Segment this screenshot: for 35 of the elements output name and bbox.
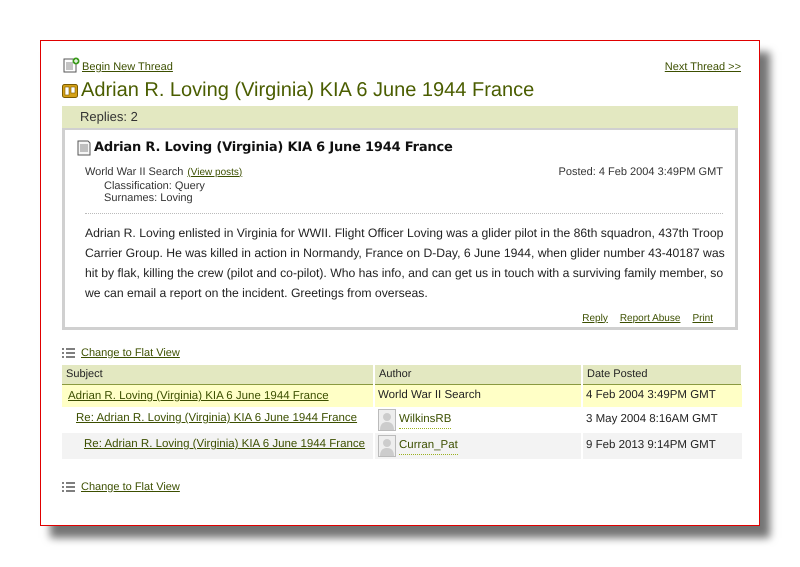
post-body: Adrian R. Loving enlisted in Virginia for WWII. Flight Officer Loving was a glider pilot in the 86th squadron, 437th Troop Carrier Group. He was killed in action in Normandy, France on D-Day, 6 June 1944, when glider number 43-40187 was hit by flak, killing the crew (pilot and co-pilot). Who has info, and can get us in touch with a surviving family member, so we can email a report on the incident. Greetings from overseas. xyxy=(85,224,725,302)
date-cell: 4 Feb 2004 3:49PM GMT xyxy=(582,384,742,407)
begin-new-thread-link[interactable]: Begin New Thread xyxy=(82,62,173,73)
post-author: World War II Search xyxy=(85,166,184,180)
date-cell: 3 May 2004 8:16AM GMT xyxy=(582,407,742,433)
author-link[interactable]: Curran_Pat xyxy=(399,436,458,456)
flat-view-link[interactable]: Change to Flat View xyxy=(81,345,180,362)
flat-view-link[interactable]: Change to Flat View xyxy=(81,479,180,496)
thread-subject-link[interactable]: Re: Adrian R. Loving (Virginia) KIA 6 June 1944 France xyxy=(84,436,369,452)
post-action-link[interactable]: Print xyxy=(692,310,713,326)
surnames-text: Surnames: Loving xyxy=(103,192,194,204)
classification-text: Classification: Query xyxy=(103,180,206,192)
view-posts-link[interactable]: (View posts) xyxy=(187,166,242,178)
thread-subject-link[interactable]: Adrian R. Loving (Virginia) KIA 6 June 1944 France xyxy=(68,388,369,404)
list-icon xyxy=(62,348,75,358)
thread-row[interactable]: Re: Adrian R. Loving (Virginia) KIA 6 June 1944 France WilkinsRB 3 May 2004 8:16AM GMT xyxy=(62,407,742,433)
avatar-icon xyxy=(378,409,396,431)
post-subject: Adrian R. Loving (Virginia) KIA 6 June 1944 France xyxy=(94,139,453,157)
thread-icon xyxy=(62,82,78,98)
post-action-link[interactable]: Report Abuse xyxy=(620,310,680,326)
thread-title: Adrian R. Loving (Virginia) KIA 6 June 1944 France xyxy=(81,78,534,103)
list-icon xyxy=(62,482,75,492)
next-thread-link[interactable]: Next Thread >> xyxy=(664,62,741,73)
avatar-icon xyxy=(378,435,396,457)
thread-row[interactable]: Adrian R. Loving (Virginia) KIA 6 June 1944 France World War II Search 4 Feb 2004 3:49PM GMT xyxy=(62,384,742,407)
thread-row[interactable]: Re: Adrian R. Loving (Virginia) KIA 6 June 1944 France Curran_Pat 9 Feb 2013 9:14PM GMT xyxy=(62,433,742,459)
document-icon xyxy=(76,140,92,156)
author-name: World War II Search xyxy=(378,389,481,402)
thread-subject-link[interactable]: Re: Adrian R. Loving (Virginia) KIA 6 June 1944 France xyxy=(76,410,369,426)
date-cell: 9 Feb 2013 9:14PM GMT xyxy=(582,433,742,459)
posted-date: Posted: 4 Feb 2004 3:49PM GMT xyxy=(558,166,723,180)
new-document-icon xyxy=(62,57,80,73)
post-action-link[interactable]: Reply xyxy=(582,310,608,326)
author-link[interactable]: WilkinsRB xyxy=(399,410,452,430)
replies-count-bar: Replies: 2 xyxy=(62,106,738,128)
